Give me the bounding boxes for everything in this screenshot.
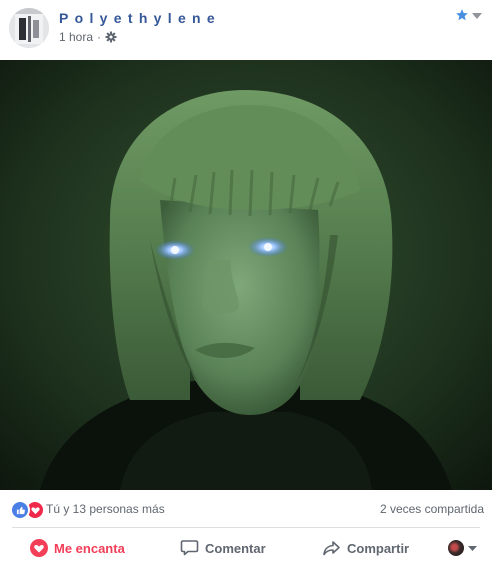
- post-actions: Me encanta Comentar Compartir: [0, 532, 492, 565]
- post-timestamp[interactable]: 1 hora: [59, 30, 93, 44]
- gear-icon[interactable]: [105, 31, 117, 43]
- post-meta: 1 hora ·: [59, 30, 117, 44]
- love-button[interactable]: Me encanta: [30, 532, 125, 564]
- share-button[interactable]: Compartir: [322, 532, 409, 564]
- heart-icon: [30, 539, 48, 557]
- share-count[interactable]: 2 veces compartida: [380, 502, 484, 516]
- page-avatar[interactable]: [9, 8, 49, 48]
- like-icon: [10, 500, 30, 520]
- divider: [12, 527, 480, 528]
- post-photo[interactable]: [0, 60, 492, 490]
- love-label: Me encanta: [54, 540, 125, 556]
- chevron-down-icon[interactable]: [472, 13, 482, 19]
- chevron-down-icon[interactable]: [468, 546, 477, 551]
- comment-label: Comentar: [205, 540, 266, 556]
- post-header: Polyethylene 1 hora ·: [0, 0, 492, 60]
- page-name[interactable]: Polyethylene: [59, 10, 221, 26]
- star-icon[interactable]: [455, 8, 469, 22]
- post-stats: Tú y 13 personas más 2 veces compartida: [0, 496, 492, 520]
- share-label: Compartir: [347, 540, 410, 556]
- reaction-icons[interactable]: [10, 500, 45, 520]
- comment-icon: [180, 540, 199, 556]
- share-arrow-icon: [323, 541, 340, 556]
- comment-button[interactable]: Comentar: [180, 532, 266, 564]
- meta-separator: ·: [97, 30, 102, 44]
- reaction-avatar[interactable]: [448, 540, 464, 556]
- reactions-summary[interactable]: Tú y 13 personas más: [46, 502, 165, 516]
